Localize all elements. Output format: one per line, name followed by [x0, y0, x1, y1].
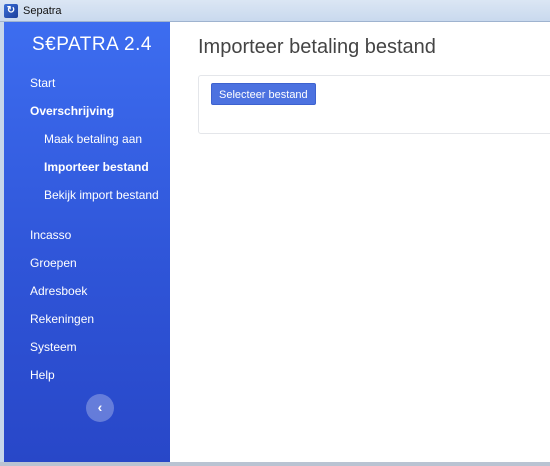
sidebar-item-importeer-bestand[interactable]: Importeer bestand	[44, 160, 149, 174]
sidebar-item-incasso[interactable]: Incasso	[30, 228, 71, 242]
chevron-left-icon: ‹	[97, 399, 103, 415]
sidebar-item-maak-betaling-aan[interactable]: Maak betaling aan	[44, 132, 142, 146]
sepatra-app-icon: ↻	[4, 3, 18, 18]
sidebar: S€PATRA 2.4 Start Overschrijving Maak be…	[4, 22, 170, 462]
sidebar-item-overschrijving[interactable]: Overschrijving	[30, 104, 114, 118]
sidebar-item-systeem[interactable]: Systeem	[30, 340, 77, 354]
select-file-button[interactable]: Selecteer bestand	[211, 83, 316, 105]
collapse-sidebar-button[interactable]: ‹	[86, 394, 114, 422]
sidebar-item-start[interactable]: Start	[30, 76, 55, 90]
sidebar-item-help[interactable]: Help	[30, 368, 55, 382]
window-titlebar: ↻ Sepatra	[0, 0, 550, 22]
brand-logo: S€PATRA 2.4	[32, 34, 152, 55]
import-card: Selecteer bestand	[198, 75, 550, 134]
window-bottom-edge	[0, 462, 550, 466]
main-content: Importeer betaling bestand Selecteer bes…	[170, 22, 550, 462]
sidebar-item-bekijk-import-bestand[interactable]: Bekijk import bestand	[44, 188, 159, 202]
sidebar-item-rekeningen[interactable]: Rekeningen	[30, 312, 94, 326]
window-title: Sepatra	[23, 4, 62, 17]
sidebar-item-groepen[interactable]: Groepen	[30, 256, 77, 270]
sidebar-item-adresboek[interactable]: Adresboek	[30, 284, 87, 298]
page-title: Importeer betaling bestand	[198, 36, 436, 58]
